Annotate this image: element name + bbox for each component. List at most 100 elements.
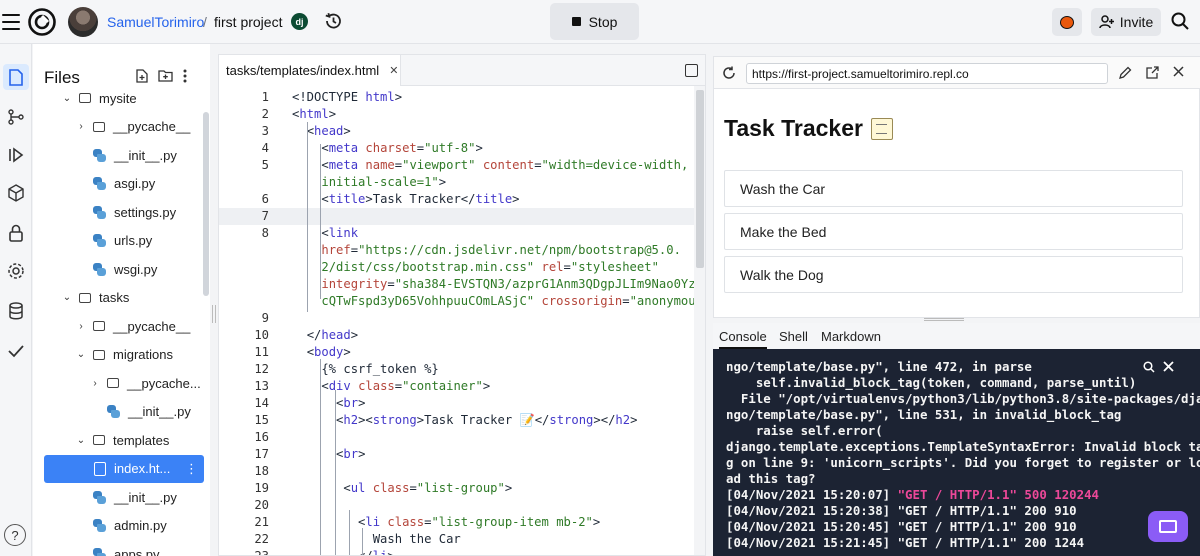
file-item[interactable]: __init__.py — [33, 398, 210, 426]
database-icon[interactable] — [5, 300, 27, 322]
debugger-icon[interactable] — [5, 144, 27, 166]
folder-item[interactable]: › __pycache__ — [33, 312, 210, 340]
files-icon[interactable] — [3, 64, 29, 90]
avatar[interactable] — [68, 7, 98, 37]
tab-markdown[interactable]: Markdown — [821, 329, 881, 344]
folder-item[interactable]: ⌄ mysite — [33, 84, 210, 112]
chevron-right-icon[interactable]: › — [75, 321, 87, 332]
file-item[interactable]: asgi.py — [33, 170, 210, 198]
pane-resize-handle[interactable] — [924, 318, 964, 321]
code-line[interactable]: 15 <h2><strong>Task Tracker 📝</strong></… — [219, 412, 694, 429]
folder-item[interactable]: ⌄ tasks — [33, 284, 210, 312]
file-item[interactable]: settings.py — [33, 198, 210, 226]
code-line[interactable]: 4 <meta charset="utf-8"> — [219, 140, 694, 157]
file-item[interactable]: __init__.py — [33, 141, 210, 169]
pumpkin-button[interactable] — [1052, 8, 1082, 36]
code-line[interactable]: 16 — [219, 429, 694, 446]
file-item[interactable]: wsgi.py — [33, 255, 210, 283]
code-line[interactable]: 14 <br> — [219, 395, 694, 412]
files-actions — [136, 69, 187, 83]
gear-icon[interactable] — [5, 260, 27, 282]
chevron-down-icon[interactable]: ⌄ — [75, 435, 87, 446]
code-line[interactable]: 2 <html> — [219, 106, 694, 123]
checkmark-icon[interactable] — [5, 340, 27, 362]
tab-shell[interactable]: Shell — [779, 329, 808, 344]
history-icon[interactable] — [323, 11, 343, 31]
lock-icon[interactable] — [5, 222, 27, 244]
chat-button[interactable] — [1148, 511, 1188, 542]
code-line[interactable]: 6 <title>Task Tracker</title> — [219, 191, 694, 208]
folder-item[interactable]: › __pycache... — [33, 369, 210, 397]
reload-icon[interactable] — [722, 66, 736, 80]
url-input[interactable] — [746, 63, 1108, 84]
edit-icon[interactable] — [1119, 66, 1132, 79]
code-line[interactable]: initial-scale=1"> — [219, 174, 694, 191]
replit-logo-icon[interactable] — [28, 8, 56, 36]
code-line[interactable]: 2/dist/css/bootstrap.min.css" rel="style… — [219, 259, 694, 276]
chevron-down-icon[interactable]: ⌄ — [61, 292, 73, 303]
console-search-icon[interactable] — [1143, 361, 1155, 373]
file-item[interactable]: __init__.py — [33, 483, 210, 511]
code-line[interactable]: 20 — [219, 497, 694, 514]
owner-link[interactable]: SamuelTorimiro — [107, 14, 204, 30]
code-line[interactable]: 23 </li> — [219, 548, 694, 555]
file-item[interactable]: apps.py — [33, 540, 210, 556]
code-line[interactable]: 3 <head> — [219, 123, 694, 140]
editor-menu-icon[interactable] — [685, 64, 698, 77]
code-line[interactable]: 19 <ul class="list-group"> — [219, 480, 694, 497]
code-line[interactable]: cQTwFspd3yD65VohhpuuCOmLASjC" crossorigi… — [219, 293, 705, 310]
code-line[interactable]: 1 <!DOCTYPE html> — [219, 89, 694, 106]
code-line[interactable]: 17 <br> — [219, 446, 694, 463]
code-line[interactable]: 8 <link — [219, 225, 694, 242]
help-icon[interactable]: ? — [4, 524, 26, 546]
list-item[interactable]: Wash the Car — [724, 170, 1183, 207]
code-line[interactable]: integrity="sha384-EVSTQN3/azprG1Anm3QDgp… — [219, 276, 705, 293]
code-line[interactable]: 18 — [219, 463, 694, 480]
list-item[interactable]: Make the Bed — [724, 213, 1183, 250]
open-new-tab-icon[interactable] — [1146, 66, 1159, 79]
editor-scrollbar[interactable] — [694, 86, 705, 555]
files-more-icon[interactable] — [183, 69, 187, 83]
code-line[interactable]: 22 Wash the Car — [219, 531, 694, 548]
folder-item[interactable]: ⌄ templates — [33, 426, 210, 454]
stop-button[interactable]: Stop — [550, 3, 639, 40]
editor-tab-index-html[interactable]: tasks/templates/index.html ✕ — [219, 55, 401, 86]
file-item[interactable]: index.ht... ⋮ — [44, 454, 204, 483]
tree-item-label: index.ht... — [114, 461, 171, 476]
menu-icon[interactable] — [0, 12, 22, 32]
search-icon[interactable] — [1170, 11, 1190, 31]
line-number: 3 — [261, 124, 269, 138]
close-webview-icon[interactable] — [1173, 66, 1184, 77]
file-item[interactable]: admin.py — [33, 512, 210, 540]
code-line[interactable]: 5 <meta name="viewport" content="width=d… — [219, 157, 694, 174]
code-line[interactable]: 7 — [219, 208, 694, 225]
list-item[interactable]: Walk the Dog — [724, 256, 1183, 293]
close-icon[interactable]: ✕ — [389, 64, 398, 77]
chevron-down-icon[interactable]: ⌄ — [61, 93, 73, 104]
code-line[interactable]: 12 {% csrf_token %} — [219, 361, 694, 378]
version-control-icon[interactable] — [5, 106, 27, 128]
chevron-down-icon[interactable]: ⌄ — [75, 349, 87, 360]
folder-item[interactable]: › __pycache__ — [33, 113, 210, 141]
file-item[interactable]: urls.py — [33, 227, 210, 255]
file-more-icon[interactable]: ⋮ — [185, 461, 204, 477]
code-line[interactable]: 13 <div class="container"> — [219, 378, 694, 395]
chevron-right-icon[interactable]: › — [89, 378, 101, 389]
code-line[interactable]: 9 — [219, 310, 694, 327]
code-line[interactable]: 10 </head> — [219, 327, 694, 344]
folder-item[interactable]: ⌄ migrations — [33, 341, 210, 369]
chevron-right-icon[interactable]: › — [75, 121, 87, 132]
packages-icon[interactable] — [5, 182, 27, 204]
panel-resize-handle[interactable] — [212, 305, 216, 323]
code-line[interactable]: 11 <body> — [219, 344, 694, 361]
new-file-icon[interactable] — [136, 69, 148, 83]
project-name[interactable]: first project — [214, 14, 282, 30]
console-output[interactable]: ngo/template/base.py", line 472, in pars… — [713, 349, 1200, 556]
console-clear-icon[interactable] — [1163, 361, 1174, 372]
invite-button[interactable]: Invite — [1091, 8, 1161, 36]
code-line[interactable]: href="https://cdn.jsdelivr.net/npm/boots… — [219, 242, 694, 259]
new-folder-icon[interactable] — [158, 69, 173, 82]
tab-console[interactable]: Console — [719, 329, 767, 349]
files-scrollbar[interactable] — [203, 112, 209, 296]
code-line[interactable]: 21 <li class="list-group-item mb-2"> — [219, 514, 694, 531]
